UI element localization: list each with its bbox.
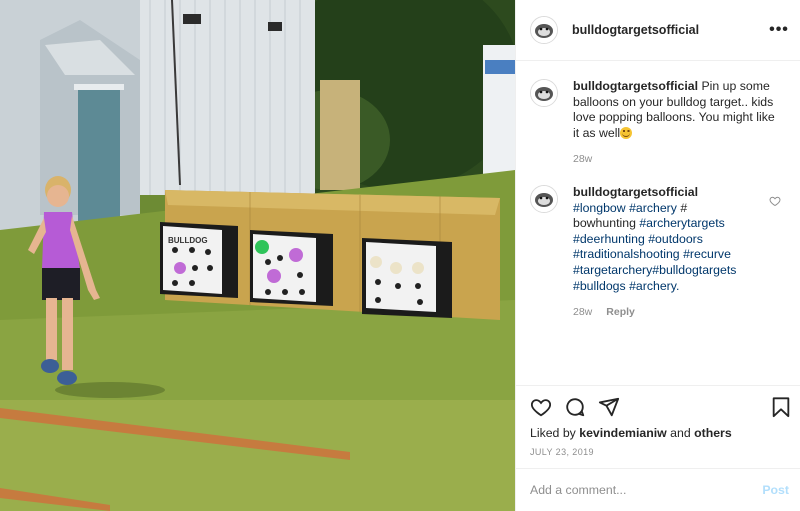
grinning-face-emoji-icon (620, 126, 633, 139)
post-sidebar: bulldogtargetsofficial ••• bulldogtarget… (515, 0, 800, 511)
hashtag-link[interactable]: #archery (629, 201, 677, 215)
comment-username[interactable]: bulldogtargetsofficial (573, 185, 698, 199)
more-options-icon[interactable]: ••• (769, 20, 789, 40)
reply-button[interactable]: Reply (606, 306, 635, 318)
bulldog-logo-icon (531, 186, 557, 212)
hashtag-link[interactable]: #outdoors (648, 232, 703, 246)
comments-section: bulldogtargetsofficial Pin up some ballo… (516, 61, 800, 385)
hashtag-link[interactable]: #longbow (573, 201, 626, 215)
bulldog-logo-icon (531, 80, 557, 106)
action-bar (530, 396, 792, 420)
post-comment-button[interactable]: Post (762, 483, 789, 497)
share-icon[interactable] (598, 396, 620, 418)
likes-prefix: Liked by (530, 426, 576, 440)
avatar[interactable] (530, 79, 558, 107)
hashtag-link[interactable]: #recurve (683, 247, 731, 261)
hashtag-link[interactable]: #archery (629, 279, 676, 293)
comment-meta: 28w Reply (573, 306, 753, 318)
comment-meta: 28w (573, 153, 783, 165)
likes-and: and (670, 426, 691, 440)
heart-icon[interactable] (530, 396, 552, 418)
comment-time[interactable]: 28w (573, 153, 592, 165)
add-comment-bar: Add a comment... Post (516, 468, 800, 511)
photo-scene: BULLDOG (0, 0, 515, 511)
hashtag-comment: bulldogtargetsofficial #longbow #archery… (530, 185, 788, 318)
caption-comment: bulldogtargetsofficial Pin up some ballo… (530, 79, 788, 165)
comment-like-heart-icon[interactable] (769, 195, 781, 207)
comment-text: bulldogtargetsofficial #longbow #archery… (573, 185, 737, 293)
post-actions: Liked by kevindemianiw and others July 2… (516, 385, 800, 511)
liked-by-user-link[interactable]: kevindemianiw (579, 426, 666, 440)
post-photo[interactable]: BULLDOG (0, 0, 515, 511)
post-date[interactable]: July 23, 2019 (530, 447, 594, 457)
post-header: bulldogtargetsofficial ••• (516, 0, 800, 61)
comment-time[interactable]: 28w (573, 306, 592, 318)
instagram-post: BULLDOG bulldogtargetsofficial ••• bulld… (0, 0, 800, 511)
comment-icon[interactable] (564, 396, 586, 418)
hashtag-link[interactable]: #bulldogs (573, 279, 626, 293)
avatar[interactable] (530, 16, 558, 44)
likes-summary: Liked by kevindemianiw and others (530, 426, 732, 440)
comment-username[interactable]: bulldogtargetsofficial (573, 79, 698, 93)
comment-input[interactable]: Add a comment... (530, 483, 626, 497)
svg-text:BULLDOG: BULLDOG (168, 236, 208, 245)
hashtag-link[interactable]: #targetarchery#bulldogtargets (573, 263, 736, 277)
hashtag-link[interactable]: #archerytargets (639, 216, 724, 230)
comment-text: bulldogtargetsofficial Pin up some ballo… (573, 79, 783, 141)
bookmark-icon[interactable] (770, 396, 792, 418)
likes-others-link[interactable]: others (694, 426, 732, 440)
avatar[interactable] (530, 185, 558, 213)
hashtag-link[interactable]: #deerhunting (573, 232, 645, 246)
header-username[interactable]: bulldogtargetsofficial (572, 23, 699, 37)
hashtag-link[interactable]: #traditionalshooting (573, 247, 680, 261)
bulldog-logo-icon (531, 17, 557, 43)
